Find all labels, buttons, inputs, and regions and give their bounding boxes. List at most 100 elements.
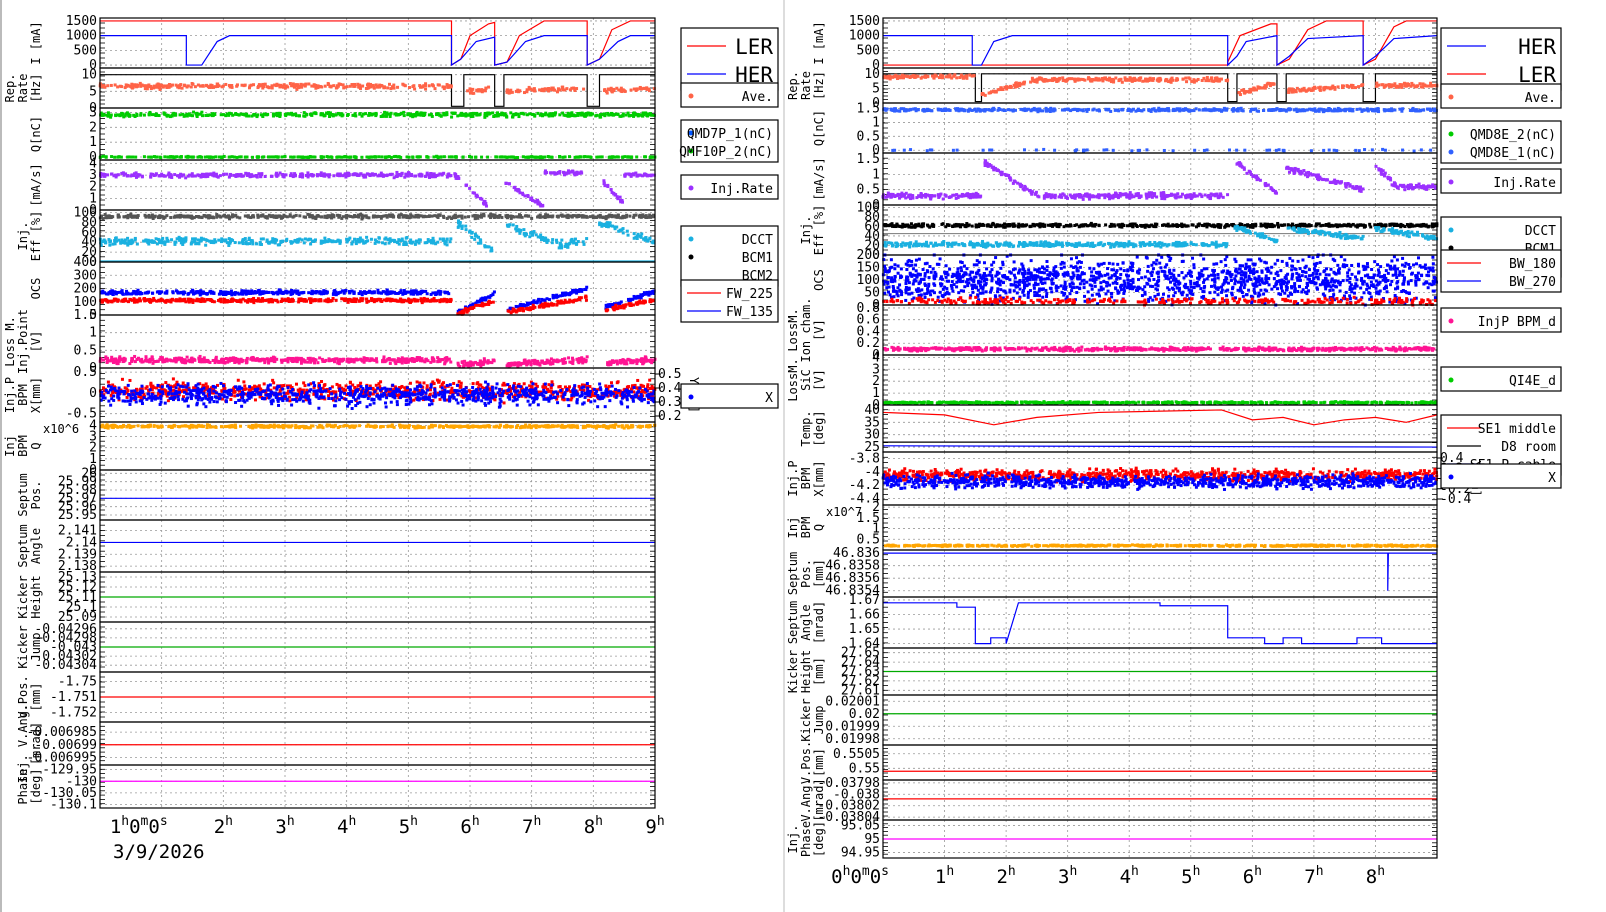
data-point	[538, 113, 542, 117]
data-point	[144, 84, 148, 88]
data-point	[399, 174, 403, 178]
data-point	[302, 111, 306, 115]
data-point	[624, 303, 628, 307]
data-point	[461, 113, 465, 117]
data-point	[404, 236, 408, 240]
data-point	[181, 112, 185, 116]
data-point	[125, 111, 129, 115]
data-point	[423, 360, 427, 364]
data-point	[388, 361, 392, 365]
data-point	[603, 224, 607, 228]
data-point	[484, 296, 488, 300]
data-point	[298, 214, 302, 218]
data-point	[438, 300, 442, 304]
data-point	[476, 216, 480, 220]
data-point	[484, 201, 488, 205]
data-point	[243, 155, 247, 159]
data-point	[511, 115, 515, 119]
legend-label: BCM1	[742, 251, 773, 266]
data-point	[410, 289, 414, 293]
data-point	[204, 238, 208, 242]
data-point	[594, 114, 598, 118]
data-point	[531, 303, 535, 307]
data-point	[556, 360, 560, 364]
data-point	[208, 360, 212, 364]
data-point	[472, 191, 476, 195]
data-point	[417, 215, 421, 219]
data-point	[347, 155, 351, 159]
data-point	[307, 291, 311, 295]
data-point	[588, 215, 592, 219]
data-point	[226, 360, 230, 364]
data-point	[228, 111, 232, 115]
data-point	[212, 216, 216, 220]
data-point	[259, 214, 263, 218]
data-point	[133, 236, 137, 240]
data-point	[252, 301, 256, 305]
data-point	[392, 86, 396, 90]
data-point	[400, 238, 404, 242]
data-point	[310, 113, 314, 117]
data-point	[487, 245, 491, 249]
data-point	[259, 242, 263, 246]
data-point	[123, 357, 127, 361]
data-point	[146, 290, 150, 294]
data-point	[441, 299, 445, 303]
data-point	[529, 363, 533, 367]
data-point	[138, 292, 142, 296]
data-point	[227, 291, 231, 295]
y-tick-label: 500	[74, 43, 97, 58]
data-point	[190, 240, 194, 244]
data-point	[624, 113, 628, 117]
data-point	[346, 300, 350, 304]
data-point	[526, 303, 530, 307]
data-point	[178, 175, 182, 179]
data-point	[576, 357, 580, 361]
data-point	[182, 240, 186, 244]
data-point	[336, 155, 340, 159]
data-point	[342, 155, 346, 159]
data-point	[310, 358, 314, 362]
data-point	[126, 236, 130, 240]
data-point	[560, 85, 564, 89]
data-point	[363, 174, 367, 178]
data-point	[113, 173, 117, 177]
data-point	[571, 359, 575, 363]
y-tick-label: 0.5	[74, 343, 97, 358]
data-point	[109, 83, 113, 87]
data-point	[537, 362, 541, 366]
y-axis-label: Rate	[16, 74, 30, 103]
data-point	[192, 216, 196, 220]
data-point	[298, 291, 302, 295]
data-point	[573, 288, 577, 292]
data-point	[199, 236, 203, 240]
data-point	[583, 155, 587, 159]
data-point	[472, 305, 476, 309]
data-point	[189, 113, 193, 117]
data-point	[491, 300, 495, 304]
data-point	[476, 361, 480, 365]
y-tick-label: 3	[89, 105, 97, 120]
data-point	[380, 84, 384, 88]
data-point	[484, 86, 488, 90]
data-point	[107, 299, 111, 303]
data-point	[319, 113, 323, 117]
data-point	[387, 155, 391, 159]
data-point	[642, 299, 646, 303]
data-point	[570, 111, 574, 115]
data-point	[392, 215, 396, 219]
data-point	[271, 358, 275, 362]
data-point	[431, 291, 435, 295]
data-point	[172, 155, 176, 159]
data-point	[383, 242, 387, 246]
data-point	[621, 155, 625, 159]
data-point	[303, 83, 307, 87]
data-point	[249, 290, 253, 294]
data-point	[582, 242, 586, 246]
data-point	[570, 86, 574, 90]
data-point	[407, 155, 411, 159]
data-point	[469, 361, 473, 365]
data-point	[530, 216, 534, 220]
data-point	[198, 112, 202, 116]
data-point	[328, 299, 332, 303]
